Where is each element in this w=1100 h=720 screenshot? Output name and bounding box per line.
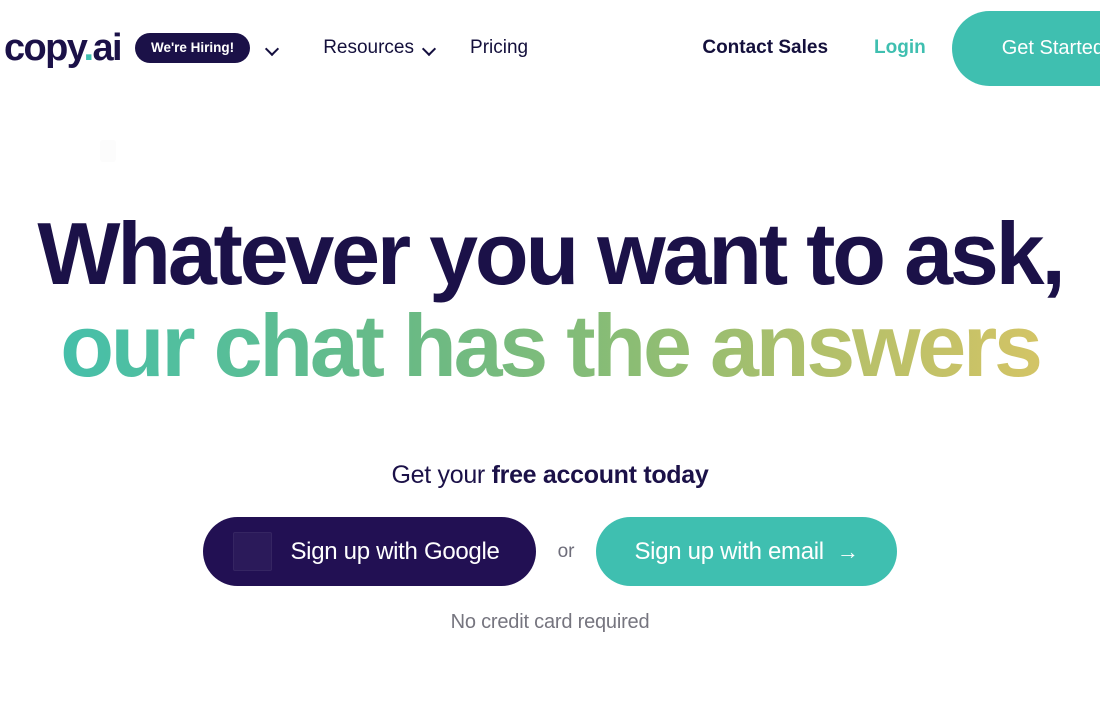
sign-up-with-google-label: Sign up with Google [290, 537, 500, 565]
google-logo-icon [233, 532, 273, 572]
nav-item-resources[interactable]: Resources [323, 37, 436, 59]
headline-line-1: Whatever you want to ask, [37, 204, 1065, 303]
chevron-down-icon [266, 44, 279, 52]
hero-subheading: Get your free account today [0, 461, 1100, 490]
nav-right-group: Contact Sales Login Get Started [702, 0, 1100, 96]
sign-up-with-email-button[interactable]: Sign up with email → [596, 517, 897, 587]
copy-ai-logo[interactable]: copy.ai [4, 27, 123, 69]
subhead-emphasis: free account today [491, 461, 709, 490]
login-link[interactable]: Login [874, 37, 926, 59]
get-started-button[interactable]: Get Started [951, 10, 1100, 86]
or-separator: or [557, 540, 575, 562]
logo-text-copy: copy [4, 27, 85, 69]
no-credit-card-disclaimer: No credit card required [450, 611, 650, 634]
nav-item-pricing-label: Pricing [470, 37, 529, 58]
hiring-dropdown-toggle[interactable] [266, 44, 279, 52]
subhead-prefix: Get your [391, 461, 492, 490]
arrow-right-icon: → [836, 538, 859, 564]
decorative-mark [100, 140, 116, 162]
page-title: Whatever you want to ask, our chat has t… [0, 208, 1100, 391]
nav-item-pricing[interactable]: Pricing [470, 37, 528, 59]
contact-sales-link[interactable]: Contact Sales [702, 37, 828, 59]
hero-section: Whatever you want to ask, our chat has t… [0, 96, 1100, 634]
top-navigation-bar: copy.ai We're Hiring! Resources Pricing … [0, 0, 1100, 96]
nav-links: Resources Pricing [323, 37, 528, 59]
nav-left-group: copy.ai We're Hiring! Resources Pricing [0, 29, 528, 67]
logo-text-ai: ai [92, 27, 122, 69]
headline-line-2: our chat has the answers [0, 299, 1100, 392]
sign-up-with-email-label: Sign up with email [634, 537, 824, 565]
chevron-down-icon [423, 44, 436, 52]
were-hiring-badge[interactable]: We're Hiring! [134, 32, 251, 64]
cta-button-row: Sign up with Google or Sign up with emai… [0, 517, 1100, 587]
sign-up-with-google-button[interactable]: Sign up with Google [203, 517, 536, 587]
nav-item-resources-label: Resources [323, 37, 415, 58]
